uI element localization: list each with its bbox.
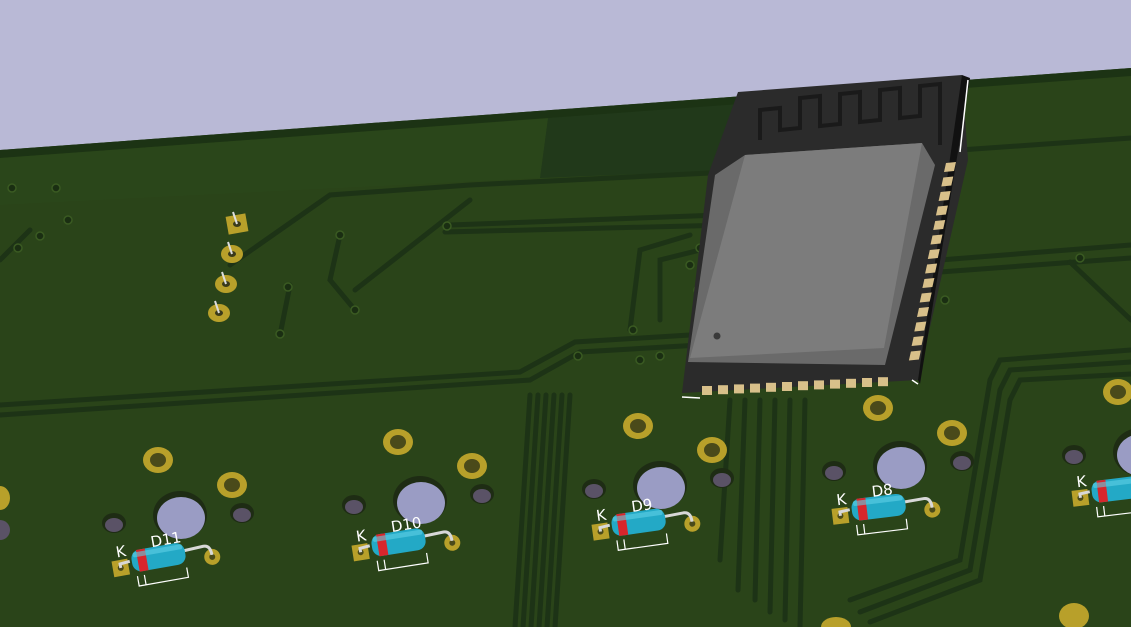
via	[573, 351, 583, 361]
via	[350, 305, 360, 315]
diode-ref-label: D9	[630, 495, 653, 516]
switch-peg-inner	[233, 508, 251, 522]
via	[51, 183, 61, 193]
via	[283, 282, 293, 292]
module-pin	[830, 379, 840, 389]
pcb-3d-viewport[interactable]: K D11 K D10 K D9 K D8 K	[0, 0, 1131, 627]
via	[655, 351, 665, 361]
via	[63, 215, 73, 225]
via	[13, 243, 23, 253]
via	[685, 260, 695, 270]
via	[335, 230, 345, 240]
module-pin	[734, 384, 744, 394]
module-pin	[702, 386, 712, 395]
via	[940, 295, 950, 305]
pcb-3d-view: KD11 K D10 K D9 K D8 K	[0, 0, 1131, 627]
module-pin	[878, 377, 888, 387]
switch-pad-hole	[630, 419, 646, 433]
switch-pad-hole	[150, 453, 166, 467]
switch-peg-inner	[1065, 450, 1083, 464]
switch-pad-hole	[224, 478, 240, 492]
switch-pad-hole	[870, 401, 886, 415]
module-pin	[766, 382, 776, 392]
module-pin	[782, 382, 792, 391]
module-pin	[750, 383, 760, 393]
module-pin	[718, 385, 728, 395]
switch-peg-inner	[345, 500, 363, 514]
switch-pad-hole	[704, 443, 720, 457]
module-pin	[814, 380, 824, 390]
pin1-marker	[713, 332, 721, 340]
via	[442, 221, 452, 231]
module-pin	[862, 378, 872, 387]
via	[275, 329, 285, 339]
via	[628, 325, 638, 335]
module-pin	[798, 381, 808, 391]
switch-peg-inner	[825, 466, 843, 480]
switch-pad-hole	[464, 459, 480, 473]
via	[7, 183, 17, 193]
switch-peg-inner	[585, 484, 603, 498]
switch-peg-inner	[473, 489, 491, 503]
diode-ref-label: D8	[871, 480, 894, 500]
switch-pad-hole	[944, 426, 960, 440]
module-pin	[846, 378, 856, 388]
via	[1075, 253, 1085, 263]
switch-peg-inner	[105, 518, 123, 532]
switch-pad-hole	[390, 435, 406, 449]
switch-peg-inner	[953, 456, 971, 470]
via	[635, 355, 645, 365]
switch-pad-hole	[1110, 385, 1126, 399]
via	[35, 231, 45, 241]
switch-peg-inner	[713, 473, 731, 487]
